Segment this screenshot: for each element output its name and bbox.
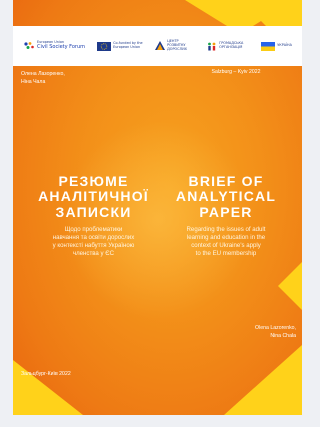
ngo-logo-text: ГРОМАДСЬКА ОРГАНІЗАЦІЯ — [219, 41, 244, 49]
partner-logo-band: European Union Civil Society Forum Co-fu… — [13, 26, 302, 66]
author-ua-line: Олена Лазоренко, — [21, 71, 65, 77]
yellow-triangle-bottom-left — [13, 360, 83, 415]
subtitle-en-line: context of Ukraine's apply — [191, 242, 261, 250]
figures-icon — [208, 42, 216, 50]
mountain-icon — [155, 41, 166, 51]
authors-en: Olena Lazorenko, Nina Chala — [255, 325, 296, 340]
eu-logo-text: Co-funded by the European Union — [113, 41, 143, 49]
yellow-triangle-bottom-right — [224, 345, 302, 415]
csf-star-icon — [24, 42, 34, 49]
ukraine-flag-icon — [261, 41, 276, 51]
subtitle-en-line: Regarding the issues of adult — [186, 226, 266, 234]
subtitle-ua-line: Щодо проблематики — [64, 226, 123, 234]
center-logo-text: ЦЕНТР РОЗВИТКУ ДОРОСЛИХ — [167, 39, 187, 51]
brief-cover-page: European Union Civil Society Forum Co-fu… — [13, 0, 302, 415]
place-date-top: Salzburg – Kyiv 2022 — [211, 69, 261, 75]
subtitle-en-line: to the EU membership — [195, 249, 257, 257]
title-ua-line: АНАЛІТИЧНОЇ — [38, 188, 149, 205]
subtitle-ua-line: навчання та освіти дорослих — [52, 234, 135, 242]
center-logo: ЦЕНТР РОЗВИТКУ ДОРОСЛИХ — [155, 39, 195, 51]
subtitle-ua: Щодо проблематики навчання та освіти дор… — [31, 226, 156, 258]
subtitle-en-line: learning and education in the — [186, 234, 266, 242]
title-en-line: ANALYTICAL — [175, 188, 277, 205]
title-ua-line: ЗАПИСКИ — [55, 203, 132, 220]
subtitle-ua-line: членства у ЄС — [72, 249, 115, 257]
subtitle-en: Regarding the issues of adult learning a… — [163, 226, 289, 258]
civil-society-forum-logo: European Union Civil Society Forum — [23, 41, 85, 51]
author-en-line: Olena Lazorenko, — [255, 325, 296, 331]
title-block-ua: РЕЗЮМЕ АНАЛІТИЧНОЇ ЗАПИСКИ Щодо проблема… — [31, 173, 156, 258]
author-ua-line: Ніна Чала — [21, 78, 46, 85]
subtitle-ua-line: у контексті набуття Україною — [52, 242, 135, 250]
csf-main-text: Civil Society Forum — [37, 44, 86, 51]
eu-flag-icon — [97, 41, 112, 51]
title-en-line: PAPER — [199, 203, 253, 220]
eu-logo: Co-funded by the European Union — [97, 41, 143, 51]
title-en-line: BRIEF OF — [188, 173, 264, 189]
title-ua-line: РЕЗЮМЕ — [58, 173, 129, 189]
yellow-triangle-mid-right — [278, 262, 302, 310]
authors-ua: Олена Лазоренко, Ніна Чала — [21, 71, 65, 86]
title-block-en: BRIEF OF ANALYTICAL PAPER Regarding the … — [163, 173, 289, 258]
ukraine-logo: УКРАЇНА — [261, 41, 292, 51]
ukraine-logo-text: УКРАЇНА — [277, 43, 292, 48]
ngo-logo: ГРОМАДСЬКА ОРГАНІЗАЦІЯ — [207, 41, 249, 51]
author-en-line: Nina Chala — [270, 332, 296, 339]
place-date-bottom: Зальцбург-Київ 2022 — [21, 371, 71, 377]
